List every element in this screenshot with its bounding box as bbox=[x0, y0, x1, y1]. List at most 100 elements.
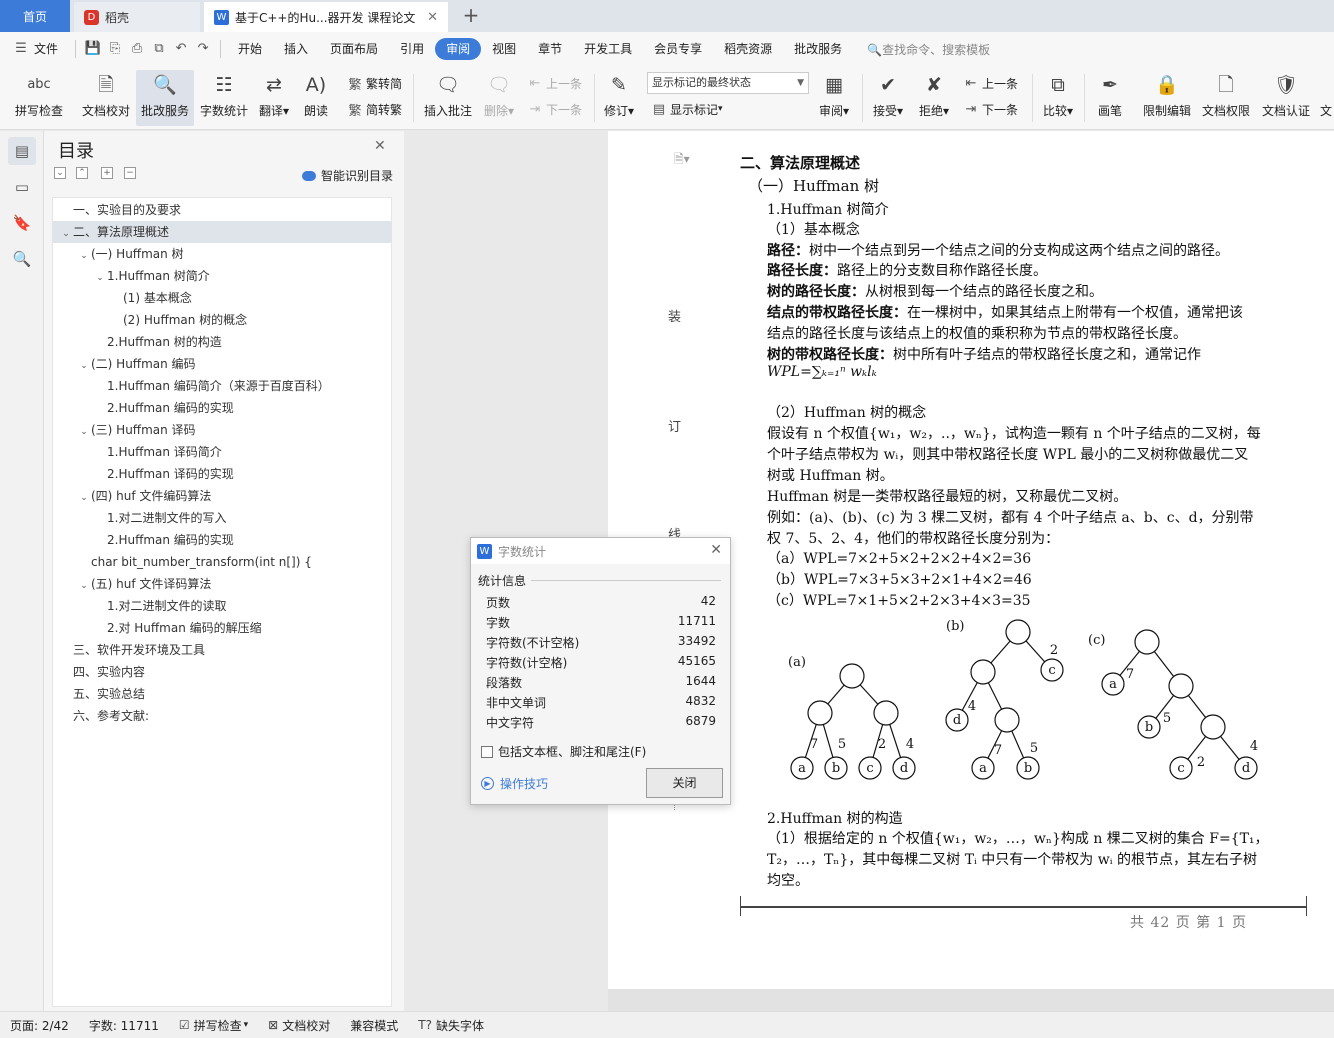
toc-item[interactable]: 四、实验内容 bbox=[53, 661, 391, 683]
reject-button[interactable]: ✘ 拒绝▾ bbox=[914, 70, 954, 126]
print-icon[interactable]: ⎙ bbox=[126, 38, 148, 60]
menu-developer[interactable]: 开发工具 bbox=[573, 38, 643, 60]
trad-to-simp-button[interactable]: 繁繁转简 bbox=[346, 72, 402, 94]
chevron-down-icon[interactable]: ⌄ bbox=[77, 355, 91, 377]
translate-button[interactable]: ⇄ 翻译▾ bbox=[254, 70, 294, 126]
print-preview-icon[interactable]: ⧉ bbox=[148, 38, 170, 60]
toc-item[interactable]: 2.Huffman 编码的实现 bbox=[53, 397, 391, 419]
show-markup-button[interactable]: ▤ 显示标记 ▾ bbox=[650, 98, 723, 120]
save-icon[interactable]: 💾 bbox=[82, 38, 104, 60]
menu-vip[interactable]: 会员专享 bbox=[643, 38, 713, 60]
pen-button[interactable]: ✒ 画笔 bbox=[1090, 70, 1130, 126]
chevron-down-icon[interactable]: ⌄ bbox=[77, 245, 91, 267]
menu-review[interactable]: 审阅 bbox=[435, 38, 482, 60]
toc-item[interactable]: ⌄ (四) huf 文件编码算法 bbox=[53, 485, 391, 507]
menu-section[interactable]: 章节 bbox=[527, 38, 573, 60]
toc-item[interactable]: 三、软件开发环境及工具 bbox=[53, 639, 391, 661]
toc-item[interactable]: 2.Huffman 编码的实现 bbox=[53, 529, 391, 551]
doc-proof-status[interactable]: ⊠ 文档校对 bbox=[258, 1017, 340, 1034]
tab-document[interactable]: W 基于C++的Hu...器开发 课程论文 ✕ bbox=[204, 2, 448, 32]
restrict-editing-button[interactable]: 🔒 限制编辑 bbox=[1138, 70, 1196, 126]
command-search[interactable]: 🔍查找命令、搜索模板 bbox=[867, 41, 990, 58]
menu-correction[interactable]: 批改服务 bbox=[783, 38, 853, 60]
remove-heading-icon[interactable]: − bbox=[124, 167, 136, 179]
expand-up-icon[interactable]: ⌃ bbox=[76, 167, 88, 179]
new-tab-icon[interactable]: + bbox=[458, 4, 484, 28]
correction-service-button[interactable]: 🔍 批改服务 bbox=[136, 70, 194, 126]
page-indicator[interactable]: 页面: 2/42 bbox=[0, 1017, 79, 1034]
include-textbox-checkbox[interactable]: 包括文本框、脚注和尾注(F) bbox=[481, 743, 646, 760]
compare-button[interactable]: ⧉ 比较▾ bbox=[1038, 70, 1078, 126]
export-pdf-icon[interactable]: ⎘ bbox=[104, 38, 126, 60]
toc-item[interactable]: ⌄ (一) Huffman 树 bbox=[53, 243, 391, 265]
menu-file[interactable]: 文件 bbox=[32, 38, 69, 60]
tab-home[interactable]: 首页 bbox=[0, 0, 70, 32]
next-change-button[interactable]: ⇥ 下一条 bbox=[962, 98, 1018, 120]
toc-item[interactable]: (1) 基本概念 bbox=[53, 287, 391, 309]
toc-item[interactable]: 五、实验总结 bbox=[53, 683, 391, 705]
dialog-titlebar[interactable]: W 字数统计 bbox=[471, 538, 730, 564]
toc-item[interactable]: 六、参考文献: bbox=[53, 705, 391, 727]
delete-comment-button[interactable]: 🗨 删除▾ bbox=[480, 70, 518, 126]
track-changes-button[interactable]: ✎ 修订▾ bbox=[600, 70, 638, 126]
chevron-down-icon[interactable]: ⌄ bbox=[77, 575, 91, 597]
markup-state-select[interactable]: 显示标记的最终状态 ▼ bbox=[647, 72, 809, 94]
word-count-indicator[interactable]: 字数: 11711 bbox=[79, 1017, 169, 1034]
toc-item[interactable]: 1.Huffman 译码简介 bbox=[53, 441, 391, 463]
toc-item[interactable]: ⌄ (二) Huffman 编码 bbox=[53, 353, 391, 375]
add-heading-icon[interactable]: + bbox=[101, 167, 113, 179]
read-aloud-button[interactable]: A) 朗读 bbox=[298, 70, 334, 126]
chevron-down-icon[interactable]: ⌄ bbox=[77, 487, 91, 509]
spell-check-button[interactable]: abc 拼写检查 bbox=[8, 70, 70, 126]
chevron-down-icon[interactable]: ⌄ bbox=[93, 267, 107, 289]
word-count-button[interactable]: ☷ 字数统计 bbox=[196, 70, 252, 126]
prev-change-button[interactable]: ⇤ 上一条 bbox=[962, 72, 1018, 94]
toc-item[interactable]: (2) Huffman 树的概念 bbox=[53, 309, 391, 331]
undo-icon[interactable]: ↶ bbox=[170, 38, 192, 60]
close-button[interactable]: 关闭 bbox=[646, 768, 723, 798]
tab-close-icon[interactable]: ✕ bbox=[427, 10, 438, 25]
toc-item[interactable]: ⌄ 二、算法原理概述 bbox=[53, 221, 391, 243]
find-icon[interactable]: 🔍 bbox=[8, 245, 36, 273]
close-icon[interactable]: ✕ bbox=[710, 542, 722, 558]
toc-item[interactable]: 2.对 Huffman 编码的解压缩 bbox=[53, 617, 391, 639]
doc-permission-button[interactable]: 🗋 文档权限 bbox=[1198, 70, 1254, 126]
doc-cert-button[interactable]: 🛡 文档认证 bbox=[1258, 70, 1314, 126]
toc-item[interactable]: 1.Huffman 编码简介（来源于百度百科） bbox=[53, 375, 391, 397]
accept-button[interactable]: ✔ 接受▾ bbox=[868, 70, 908, 126]
simp-to-trad-button[interactable]: 繁简转繁 bbox=[346, 98, 402, 120]
bookmark-icon[interactable]: 🔖 bbox=[8, 209, 36, 237]
collapse-all-icon[interactable]: ⌄ bbox=[54, 167, 66, 179]
menu-docer[interactable]: 稻壳资源 bbox=[713, 38, 783, 60]
toc-nav-icon[interactable]: ▤ bbox=[8, 137, 36, 165]
menu-references[interactable]: 引用 bbox=[389, 38, 435, 60]
chevron-down-icon[interactable]: ⌄ bbox=[59, 223, 73, 245]
hamburger-icon[interactable]: ☰ bbox=[10, 38, 32, 60]
toc-item[interactable]: 2.Huffman 译码的实现 bbox=[53, 463, 391, 485]
menu-view[interactable]: 视图 bbox=[481, 38, 527, 60]
toc-item[interactable]: ⌄ 1.Huffman 树简介 bbox=[53, 265, 391, 287]
toc-item[interactable]: char bit_number_transform(int n[]) { bbox=[53, 551, 391, 573]
toc-item[interactable]: 一、实验目的及要求 bbox=[53, 199, 391, 221]
close-icon[interactable]: ✕ bbox=[374, 138, 386, 154]
chevron-down-icon[interactable]: ⌄ bbox=[77, 421, 91, 443]
toc-item[interactable]: ⌄ (三) Huffman 译码 bbox=[53, 419, 391, 441]
toc-item[interactable]: 2.Huffman 树的构造 bbox=[53, 331, 391, 353]
insert-comment-button[interactable]: 🗨 插入批注 bbox=[420, 70, 476, 126]
toc-item[interactable]: ⌄ (五) huf 文件译码算法 bbox=[53, 573, 391, 595]
doc-proof-button[interactable]: 🗎 文档校对 bbox=[76, 70, 136, 126]
tab-docer[interactable]: D 稻壳 bbox=[74, 2, 200, 32]
paragraph-menu-icon[interactable]: 🗎▾ bbox=[674, 150, 690, 171]
review-pane-button[interactable]: ▦ 审阅▾ bbox=[814, 70, 854, 126]
toc-item[interactable]: 1.对二进制文件的读取 bbox=[53, 595, 391, 617]
smart-toc-button[interactable]: 智能识别目录 bbox=[302, 167, 393, 184]
more-button[interactable]: 文 bbox=[1318, 70, 1334, 126]
redo-icon[interactable]: ↷ bbox=[192, 38, 214, 60]
menu-insert[interactable]: 插入 bbox=[273, 38, 319, 60]
menu-layout[interactable]: 页面布局 bbox=[319, 38, 389, 60]
missing-font-status[interactable]: T? 缺失字体 bbox=[408, 1017, 494, 1034]
tips-link[interactable]: ▶ 操作技巧 bbox=[481, 775, 548, 792]
toc-item[interactable]: 1.对二进制文件的写入 bbox=[53, 507, 391, 529]
spell-check-status[interactable]: ☑ 拼写检查 ▾ bbox=[169, 1017, 258, 1034]
next-comment-button[interactable]: ⇥ 下一条 bbox=[526, 98, 582, 120]
